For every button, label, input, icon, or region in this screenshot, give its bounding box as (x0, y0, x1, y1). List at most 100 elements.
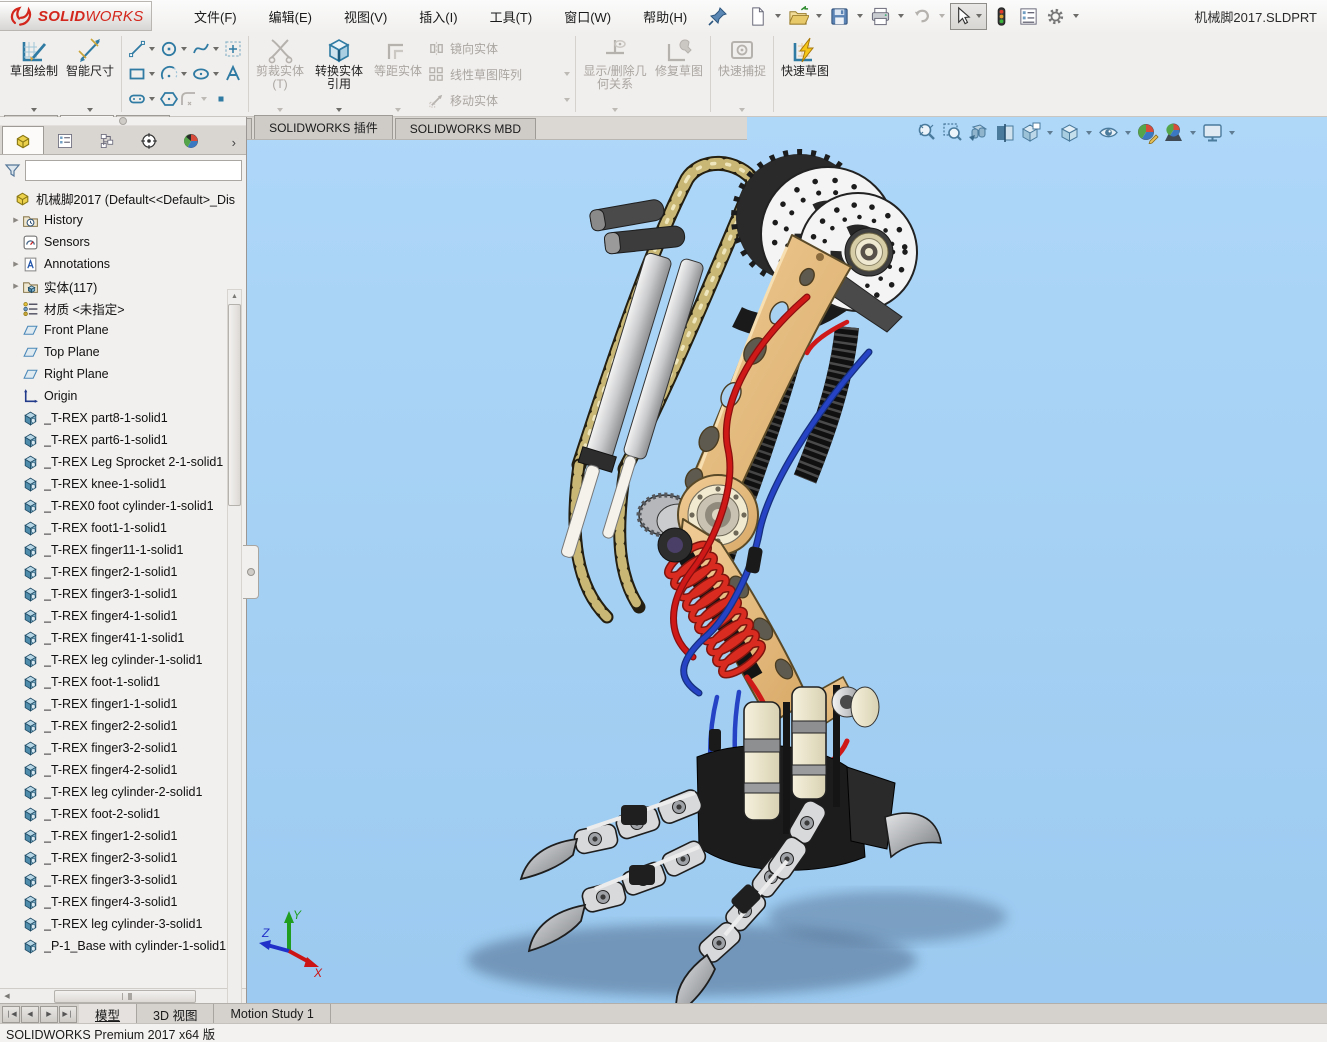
undo-button[interactable] (909, 3, 934, 30)
options-list-button[interactable] (1016, 3, 1041, 30)
view-orientation-caret[interactable] (1047, 131, 1053, 135)
tree-item[interactable]: Origin (2, 385, 246, 407)
section-view-button[interactable] (993, 121, 1016, 144)
tree-item[interactable]: 机械脚2017 (Default<<Default>_Dis (2, 187, 246, 209)
mirror-entities-button[interactable]: 镜向实体 (428, 38, 570, 58)
save-button[interactable] (827, 3, 852, 30)
expand-arrow[interactable]: ▶ (10, 282, 22, 290)
tree-filter-input[interactable] (25, 160, 242, 181)
tab-propertymanager[interactable] (44, 128, 86, 154)
rectangle-caret[interactable] (149, 72, 155, 76)
tab-dimxpertmanager[interactable] (128, 128, 170, 154)
tree-horizontal-scrollbar[interactable]: ◀ ▶ (0, 988, 246, 1003)
move-entities-button[interactable]: 移动实体 (428, 90, 570, 110)
tree-item[interactable]: _T-REX finger4-2-solid1 (2, 759, 246, 781)
menu-item[interactable]: 插入(I) (405, 3, 471, 30)
doc-tab[interactable]: Motion Study 1 (214, 1004, 330, 1024)
menu-item[interactable]: 工具(T) (476, 3, 547, 30)
tree-item[interactable]: _T-REX finger41-1-solid1 (2, 627, 246, 649)
tree-item[interactable]: ▶ 实体(117) (2, 275, 246, 297)
tree-item[interactable]: _T-REX part6-1-solid1 (2, 429, 246, 451)
scroll-left-arrow[interactable]: ◀ (0, 992, 14, 1000)
expand-arrow[interactable]: ▶ (10, 216, 22, 224)
fillet-caret[interactable] (201, 97, 207, 101)
sketch-button[interactable]: 草图绘制 (6, 32, 62, 116)
rapid-sketch-button[interactable]: 快速草图 (777, 32, 833, 116)
display-relations-caret[interactable] (612, 108, 618, 112)
text-tool-button[interactable] (223, 64, 243, 84)
doc-tab[interactable]: 3D 视图 (137, 1004, 214, 1024)
graphics-viewport[interactable]: Z X Y (247, 117, 1327, 1003)
tree-item[interactable]: _T-REX finger4-1-solid1 (2, 605, 246, 627)
hide-show-items-caret[interactable] (1125, 131, 1131, 135)
line-tool-button[interactable] (127, 39, 147, 59)
rectangle-tool-button[interactable] (127, 64, 147, 84)
tree-item[interactable]: _T-REX leg cylinder-1-solid1 (2, 649, 246, 671)
menu-item[interactable]: 帮助(H) (629, 3, 701, 30)
convert-caret[interactable] (336, 108, 342, 112)
linear-pattern-caret[interactable] (564, 72, 570, 76)
slot-tool-button[interactable] (127, 89, 147, 109)
ellipse-tool-button[interactable] (191, 64, 211, 84)
tree-item[interactable]: ▶ Annotations (2, 253, 246, 275)
tree-item[interactable]: _T-REX0 foot cylinder-1-solid1 (2, 495, 246, 517)
quick-snaps-button[interactable]: 快速捕捉 (714, 32, 770, 116)
point-tool-button[interactable] (211, 89, 231, 109)
hide-show-items-button[interactable] (1097, 121, 1120, 144)
circle-caret[interactable] (181, 47, 187, 51)
tab-featuremanager[interactable] (2, 126, 44, 154)
tree-item[interactable]: _T-REX foot-1-solid1 (2, 671, 246, 693)
panel-collapse-handle[interactable] (243, 545, 259, 599)
apply-scene-caret[interactable] (1190, 131, 1196, 135)
arc-tool-button[interactable] (159, 64, 179, 84)
tree-item[interactable]: 材质 <未指定> (2, 297, 246, 319)
tab-displaymanager[interactable] (170, 128, 212, 154)
smart-dimension-button[interactable]: 智能尺寸 (62, 32, 118, 116)
tree-item[interactable]: ▶ History (2, 209, 246, 231)
tree-vertical-scrollbar[interactable]: ▲ (227, 289, 242, 1042)
menu-item[interactable]: 视图(V) (330, 3, 401, 30)
open-document-caret[interactable] (816, 14, 822, 18)
tab-configurationmanager[interactable] (86, 128, 128, 154)
h-scroll-thumb[interactable] (54, 990, 196, 1003)
tree-item[interactable]: _T-REX part8-1-solid1 (2, 407, 246, 429)
quick-snaps-caret[interactable] (739, 108, 745, 112)
menu-item[interactable]: 窗口(W) (550, 3, 625, 30)
print-button[interactable] (868, 3, 893, 30)
tree-item[interactable]: _T-REX finger3-3-solid1 (2, 869, 246, 891)
tree-item[interactable]: _T-REX finger2-1-solid1 (2, 561, 246, 583)
slot-caret[interactable] (149, 97, 155, 101)
display-style-button[interactable] (1058, 121, 1081, 144)
offset-entities-button[interactable]: 等距实体 (370, 32, 426, 116)
zoom-fit-button[interactable] (915, 121, 938, 144)
sketch-caret[interactable] (31, 108, 37, 112)
tree-item[interactable]: _P-1_Base with cylinder-1-solid1 (2, 935, 246, 957)
settings-gear-button[interactable] (1043, 3, 1068, 30)
tree-item[interactable]: _T-REX foot-2-solid1 (2, 803, 246, 825)
edit-appearance-button[interactable] (1136, 121, 1159, 144)
spline-caret[interactable] (213, 47, 219, 51)
display-delete-relations-button[interactable]: 显示/删除几何关系 (579, 32, 651, 116)
doc-tab[interactable]: 模型 (79, 1004, 137, 1024)
tree-item[interactable]: Top Plane (2, 341, 246, 363)
panel-splitter-top[interactable] (0, 117, 246, 126)
new-document-button[interactable] (745, 3, 770, 30)
tree-item[interactable]: _T-REX finger3-2-solid1 (2, 737, 246, 759)
tree-item[interactable]: _T-REX finger1-1-solid1 (2, 693, 246, 715)
tab-strip-overflow-chevron[interactable]: › (232, 135, 244, 154)
save-caret[interactable] (857, 14, 863, 18)
new-document-caret[interactable] (775, 14, 781, 18)
scroll-up-arrow[interactable]: ▲ (228, 290, 241, 303)
sketch-pattern-button[interactable] (223, 39, 243, 59)
fillet-tool-button[interactable] (179, 89, 199, 109)
menu-item[interactable]: 文件(F) (180, 3, 251, 30)
smart-dimension-caret[interactable] (87, 108, 93, 112)
zoom-to-area-button[interactable] (941, 121, 964, 144)
select-tool-button[interactable] (950, 3, 987, 30)
display-style-caret[interactable] (1086, 131, 1092, 135)
tree-item[interactable]: _T-REX knee-1-solid1 (2, 473, 246, 495)
command-tab[interactable]: SOLIDWORKS 插件 (254, 115, 393, 139)
repair-sketch-button[interactable]: 修复草图 (651, 32, 707, 116)
trim-caret[interactable] (277, 108, 283, 112)
menu-item[interactable]: 编辑(E) (255, 3, 326, 30)
